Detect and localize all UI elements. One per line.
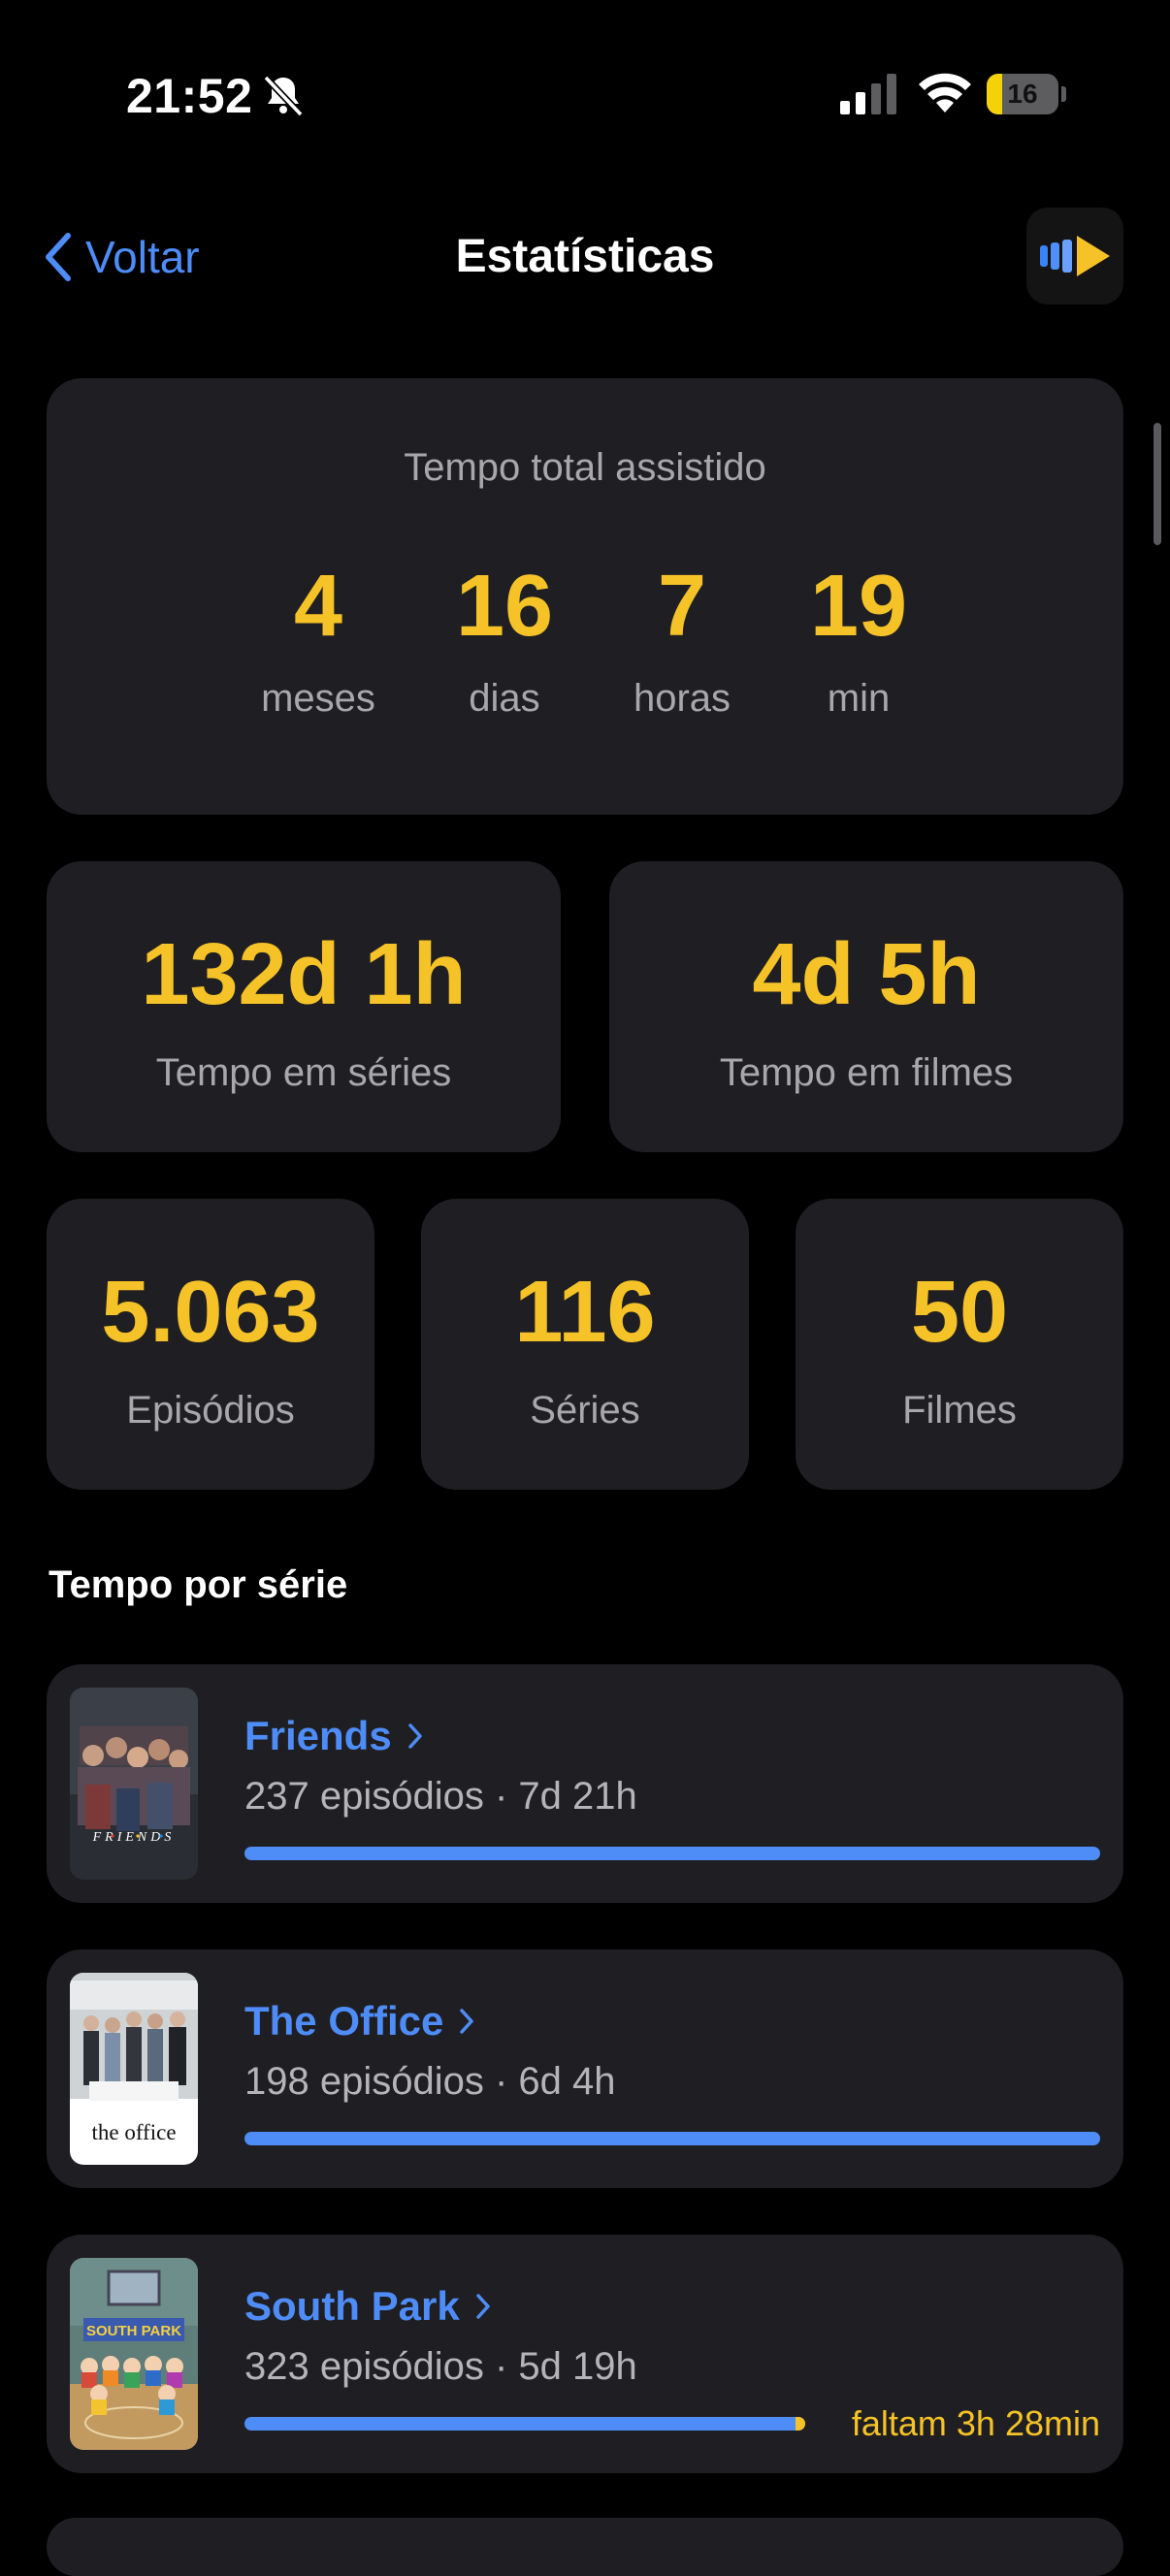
back-button[interactable]: Voltar	[43, 225, 200, 289]
episodes-count-value: 5.063	[101, 1264, 320, 1361]
total-days: 16 dias	[427, 563, 582, 721]
movies-time-value: 4d 5h	[752, 926, 981, 1023]
days-value: 16	[455, 558, 554, 655]
svg-text:FRIENDS: FRIENDS	[92, 1830, 176, 1845]
movies-count-card: 50 Filmes	[796, 1199, 1123, 1490]
hours-label: horas	[633, 677, 731, 720]
battery-level: 16	[1007, 79, 1038, 109]
svg-text:SOUTH PARK: SOUTH PARK	[86, 2323, 181, 2339]
status-time: 21:52	[126, 69, 253, 123]
app-logo-button[interactable]	[1026, 208, 1123, 305]
series-time-card: 132d 1h Tempo em séries	[47, 861, 561, 1152]
movies-time-label: Tempo em filmes	[719, 1051, 1014, 1094]
months-label: meses	[261, 677, 375, 720]
total-hours: 7 horas	[604, 563, 760, 721]
the-office-stats: 198 episódios · 6d 4h	[244, 2060, 616, 2103]
section-title: Tempo por série	[49, 1563, 348, 1606]
south-park-poster-image: SOUTH PARK	[70, 2258, 198, 2450]
series-time-value: 132d 1h	[141, 926, 467, 1023]
the-office-progress-bar	[244, 2132, 1100, 2145]
progress-tip	[796, 2417, 805, 2431]
movies-count-value: 50	[910, 1264, 1009, 1361]
total-months: 4 meses	[241, 563, 396, 721]
series-count-value: 116	[514, 1264, 656, 1361]
chevron-right-icon	[475, 2294, 490, 2319]
svg-text:the office: the office	[91, 2120, 176, 2144]
series-title-friends[interactable]: Friends	[244, 1713, 423, 1759]
hours-value: 7	[657, 558, 707, 655]
episodes-count-card: 5.063 Episódios	[47, 1199, 374, 1490]
friends-poster-image: FRIENDS	[70, 1688, 198, 1880]
days-label: dias	[469, 677, 540, 720]
the-office-poster-image: the office	[70, 1973, 198, 2165]
series-count-label: Séries	[530, 1389, 640, 1432]
series-row-next[interactable]	[47, 2518, 1123, 2576]
series-title-south-park[interactable]: South Park	[244, 2283, 491, 2330]
series-time-label: Tempo em séries	[155, 1051, 452, 1094]
friends-progress-bar	[244, 1847, 1100, 1860]
silent-bell-icon	[263, 75, 304, 117]
scroll-indicator[interactable]	[1154, 423, 1161, 545]
total-watched-title: Tempo total assistido	[404, 446, 766, 489]
the-office-title-text: The Office	[244, 1998, 444, 2044]
south-park-remaining: faltam 3h 28min	[851, 2403, 1100, 2443]
series-row-south-park[interactable]: SOUTH PARK South Park 323 episódios · 5d…	[47, 2235, 1123, 2473]
total-watched-card: Tempo total assistido 4 meses 16 dias 7 …	[47, 378, 1123, 815]
total-minutes: 19 min	[781, 563, 936, 721]
minutes-label: min	[827, 677, 891, 720]
series-title-the-office[interactable]: The Office	[244, 1998, 474, 2045]
south-park-stats: 323 episódios · 5d 19h	[244, 2345, 637, 2388]
friends-stats: 237 episódios · 7d 21h	[244, 1775, 637, 1818]
series-count-card: 116 Séries	[421, 1199, 749, 1490]
south-park-title-text: South Park	[244, 2283, 460, 2329]
chevron-left-icon	[46, 233, 71, 281]
battery-indicator: 16	[987, 74, 1066, 114]
friends-title-text: Friends	[244, 1713, 392, 1758]
months-value: 4	[293, 558, 343, 655]
south-park-progress-bar	[244, 2417, 805, 2431]
play-stripes-icon	[1040, 236, 1110, 276]
cellular-signal-icon	[840, 74, 896, 114]
chevron-right-icon	[407, 1723, 422, 1749]
movies-time-card: 4d 5h Tempo em filmes	[609, 861, 1123, 1152]
chevron-right-icon	[460, 2009, 474, 2034]
episodes-count-label: Episódios	[126, 1389, 295, 1432]
minutes-value: 19	[809, 558, 908, 655]
series-row-the-office[interactable]: the office The Office 198 episódios · 6d…	[47, 1949, 1123, 2188]
back-label: Voltar	[85, 232, 200, 282]
series-row-friends[interactable]: FRIENDS Friends 237 episódios · 7d 21h	[47, 1664, 1123, 1903]
movies-count-label: Filmes	[902, 1389, 1017, 1432]
wifi-icon	[919, 73, 971, 113]
